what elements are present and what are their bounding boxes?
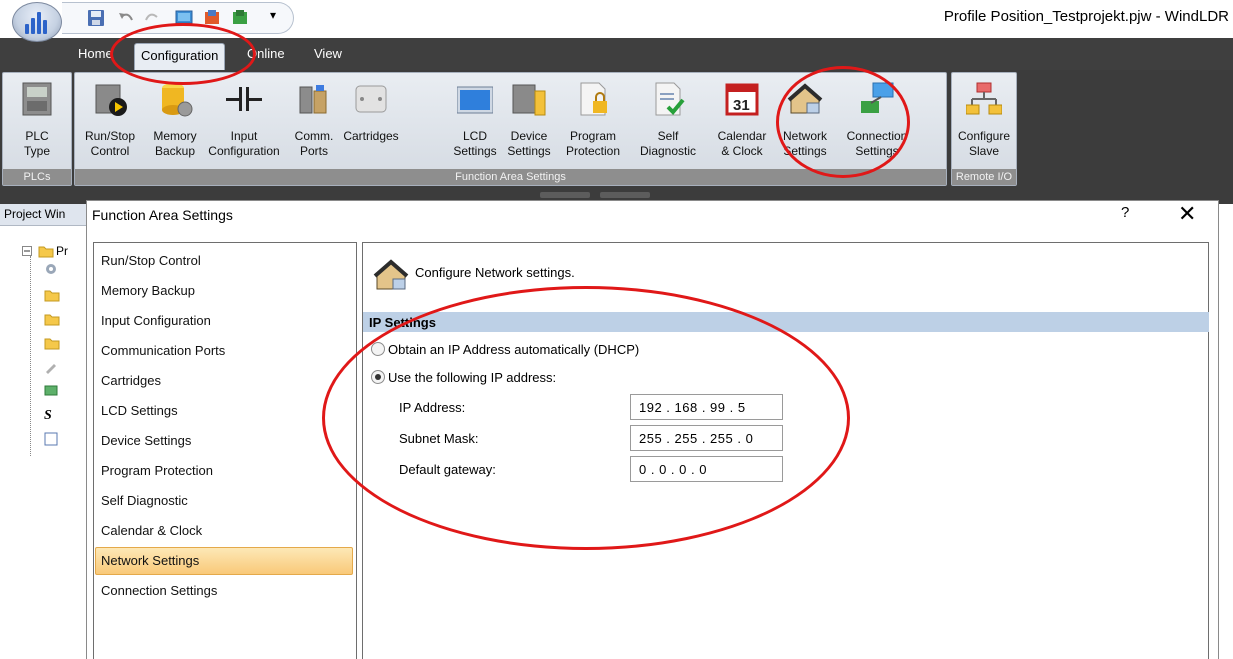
folder-icon bbox=[44, 288, 60, 302]
function-area-settings-dialog: Function Area Settings ? ✕ Run/Stop Cont… bbox=[86, 200, 1219, 659]
nav-item-lcd-settings[interactable]: LCD Settings bbox=[95, 397, 353, 425]
connection-settings-button[interactable]: Connection Settings bbox=[837, 77, 917, 167]
dialog-title: Function Area Settings bbox=[92, 207, 233, 223]
tab-configuration[interactable]: Configuration bbox=[134, 43, 226, 70]
nav-item-self-diagnostic[interactable]: Self Diagnostic bbox=[95, 487, 353, 515]
application-menu-button[interactable] bbox=[12, 2, 62, 42]
nav-item-cartridges[interactable]: Cartridges bbox=[95, 367, 353, 395]
subnet-mask-label: Subnet Mask: bbox=[399, 431, 479, 446]
nav-item-connection-settings[interactable]: Connection Settings bbox=[95, 577, 353, 605]
device-settings-icon bbox=[511, 81, 547, 117]
ip-address-input[interactable]: 192 . 168 . 99 . 5 bbox=[630, 394, 783, 420]
save-icon[interactable] bbox=[86, 8, 106, 28]
static-ip-radio-option[interactable]: Use the following IP address: bbox=[371, 370, 556, 385]
download-icon[interactable] bbox=[202, 8, 222, 28]
tab-home[interactable]: Home bbox=[78, 46, 113, 61]
program-protection-button[interactable]: Program Protection bbox=[559, 77, 627, 167]
static-ip-radio-label: Use the following IP address: bbox=[388, 370, 557, 385]
dhcp-radio[interactable] bbox=[371, 342, 385, 356]
connection-icon bbox=[859, 81, 895, 117]
ribbon-group-function-area-settings: Run/Stop Control Memory Backup Input Con… bbox=[74, 72, 947, 186]
run-stop-control-button[interactable]: Run/Stop Control bbox=[77, 77, 143, 167]
folder-icon bbox=[44, 312, 60, 326]
nav-item-device-settings[interactable]: Device Settings bbox=[95, 427, 353, 455]
comm-ports-icon bbox=[296, 81, 332, 117]
settings-nav-list: Run/Stop Control Memory Backup Input Con… bbox=[93, 242, 357, 659]
quick-access-toolbar: ▾ bbox=[62, 2, 294, 34]
self-diagnostic-button[interactable]: Self Diagnostic bbox=[631, 77, 705, 167]
nav-item-run-stop-control[interactable]: Run/Stop Control bbox=[95, 247, 353, 275]
checklist-icon bbox=[650, 81, 686, 117]
cartridges-button[interactable]: Cartridges bbox=[343, 77, 399, 167]
customize-qat-icon[interactable]: ▾ bbox=[270, 8, 276, 22]
close-button[interactable]: ✕ bbox=[1178, 201, 1196, 227]
ribbon-group-label: Remote I/O bbox=[952, 169, 1016, 185]
lock-icon bbox=[575, 81, 611, 117]
ribbon: PLC Type PLCs Run/Stop Control Memory Ba… bbox=[0, 70, 1233, 190]
folder-icon bbox=[44, 336, 60, 350]
redo-icon[interactable] bbox=[142, 8, 162, 28]
comm-ports-button[interactable]: Comm. Ports bbox=[289, 77, 339, 167]
nav-item-communication-ports[interactable]: Communication Ports bbox=[95, 337, 353, 365]
tab-online[interactable]: Online bbox=[247, 46, 285, 61]
script-icon: S bbox=[44, 408, 52, 423]
tab-view[interactable]: View bbox=[314, 46, 342, 61]
nav-item-network-settings[interactable]: Network Settings bbox=[95, 547, 353, 575]
subnet-mask-input[interactable]: 255 . 255 . 255 . 0 bbox=[630, 425, 783, 451]
house-network-icon bbox=[373, 257, 409, 291]
app-logo-icon bbox=[25, 12, 51, 34]
nav-item-input-configuration[interactable]: Input Configuration bbox=[95, 307, 353, 335]
ip-settings-section-header: IP Settings bbox=[363, 312, 1209, 332]
monitor-icon bbox=[44, 384, 58, 398]
cartridges-icon bbox=[353, 81, 389, 117]
help-button[interactable]: ? bbox=[1121, 204, 1129, 221]
ribbon-group-label: PLCs bbox=[3, 169, 71, 185]
default-gateway-label: Default gateway: bbox=[399, 462, 496, 477]
plc-type-icon bbox=[19, 81, 55, 117]
ribbon-group-remote-io: Configure Slave Remote I/O bbox=[951, 72, 1017, 186]
monitor-icon[interactable] bbox=[174, 8, 194, 28]
dhcp-radio-option[interactable]: Obtain an IP Address automatically (DHCP… bbox=[371, 342, 639, 357]
nav-item-program-protection[interactable]: Program Protection bbox=[95, 457, 353, 485]
network-settings-button[interactable]: Network Settings bbox=[775, 77, 835, 167]
tree-root-label[interactable]: Pr bbox=[56, 244, 68, 258]
ribbon-group-label: Function Area Settings bbox=[75, 169, 946, 185]
input-configuration-icon bbox=[226, 81, 262, 117]
ribbon-group-plcs: PLC Type PLCs bbox=[2, 72, 72, 186]
dhcp-radio-label: Obtain an IP Address automatically (DHCP… bbox=[388, 342, 640, 357]
static-ip-radio[interactable] bbox=[371, 370, 385, 384]
hierarchy-icon bbox=[966, 81, 1002, 117]
svg-text:31: 31 bbox=[733, 97, 750, 114]
undo-icon[interactable] bbox=[116, 8, 136, 28]
gear-icon bbox=[44, 262, 58, 276]
nav-item-calendar-clock[interactable]: Calendar & Clock bbox=[95, 517, 353, 545]
label-icon bbox=[44, 432, 58, 446]
plc-type-button[interactable]: PLC Type bbox=[5, 77, 69, 167]
memory-backup-button[interactable]: Memory Backup bbox=[147, 77, 203, 167]
folder-icon bbox=[38, 244, 54, 258]
content-header-text: Configure Network settings. bbox=[415, 265, 575, 280]
menu-tab-strip: Home Configuration Online View bbox=[0, 38, 1233, 70]
lcd-icon bbox=[457, 81, 493, 117]
window-title: Profile Position_Testprojekt.pjw - WindL… bbox=[943, 8, 1229, 25]
network-settings-panel: Configure Network settings. IP Settings … bbox=[362, 242, 1209, 659]
calendar-clock-button[interactable]: 31 Calendar & Clock bbox=[711, 77, 773, 167]
project-window-title: Project Win bbox=[0, 204, 88, 226]
ip-address-label: IP Address: bbox=[399, 400, 466, 415]
project-window: Project Win Pr S bbox=[0, 204, 88, 659]
lcd-settings-button[interactable]: LCD Settings bbox=[451, 77, 499, 167]
default-gateway-input[interactable]: 0 . 0 . 0 . 0 bbox=[630, 456, 783, 482]
upload-icon[interactable] bbox=[230, 8, 250, 28]
title-bar: ▾ Profile Position_Testprojekt.pjw - Win… bbox=[0, 0, 1233, 42]
input-configuration-button[interactable]: Input Configuration bbox=[201, 77, 287, 167]
configure-slave-button[interactable]: Configure Slave bbox=[954, 77, 1014, 167]
calendar-icon: 31 bbox=[724, 81, 760, 117]
house-network-icon bbox=[787, 81, 823, 117]
run-stop-icon bbox=[92, 81, 128, 117]
nav-item-memory-backup[interactable]: Memory Backup bbox=[95, 277, 353, 305]
pencil-icon bbox=[44, 360, 58, 374]
device-settings-button[interactable]: Device Settings bbox=[503, 77, 555, 167]
memory-backup-icon bbox=[157, 81, 193, 117]
tree-expander-icon[interactable] bbox=[22, 246, 34, 258]
